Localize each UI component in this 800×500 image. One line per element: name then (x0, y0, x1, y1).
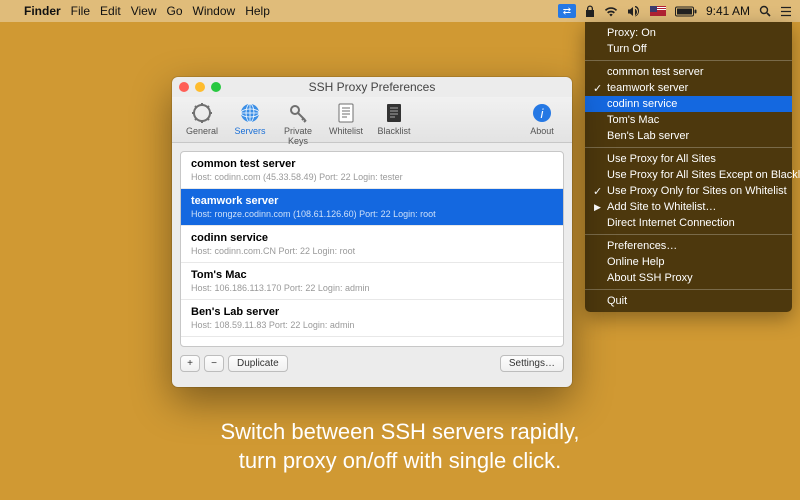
titlebar: SSH Proxy Preferences (172, 77, 572, 97)
turn-off[interactable]: Turn Off (585, 41, 792, 57)
online-help[interactable]: Online Help (585, 254, 792, 270)
preferences[interactable]: Preferences… (585, 238, 792, 254)
proxy-menubar-icon[interactable]: ⇄ (558, 4, 576, 18)
server-list: common test serverHost: codinn.com (45.3… (180, 151, 564, 347)
tab-about[interactable]: iAbout (518, 99, 566, 136)
mode-whitelist[interactable]: Use Proxy Only for Sites on Whitelist (585, 183, 792, 199)
proxy-dropdown: Proxy: On Turn Off common test server te… (585, 22, 792, 312)
menu-go[interactable]: Go (167, 4, 183, 18)
server-row[interactable]: Ben's Lab serverHost: 108.59.11.83 Port:… (181, 300, 563, 337)
bottom-bar: + − Duplicate Settings… (172, 355, 572, 372)
window-title: SSH Proxy Preferences (172, 80, 572, 94)
toolbar: General Servers Private Keys Whitelist B… (172, 97, 572, 143)
menu-view[interactable]: View (131, 4, 157, 18)
lock-icon[interactable] (585, 5, 595, 17)
tab-private-keys[interactable]: Private Keys (274, 99, 322, 146)
flag-icon[interactable] (650, 6, 666, 16)
server-row[interactable]: common test serverHost: codinn.com (45.3… (181, 152, 563, 189)
menu-help[interactable]: Help (245, 4, 270, 18)
proxy-status: Proxy: On (585, 25, 792, 41)
menu-file[interactable]: File (71, 4, 90, 18)
duplicate-button[interactable]: Duplicate (228, 355, 288, 372)
dd-server-2[interactable]: codinn service (585, 96, 792, 112)
server-row[interactable]: teamwork serverHost: rongze.codinn.com (… (181, 189, 563, 226)
settings-button[interactable]: Settings… (500, 355, 564, 372)
about-ssh-proxy[interactable]: About SSH Proxy (585, 270, 792, 286)
battery-icon[interactable] (675, 6, 697, 17)
menu-edit[interactable]: Edit (100, 4, 121, 18)
quit[interactable]: Quit (585, 293, 792, 309)
volume-icon[interactable] (627, 6, 641, 17)
clock[interactable]: 9:41 AM (706, 4, 750, 18)
dd-server-1[interactable]: teamwork server (585, 80, 792, 96)
tab-general[interactable]: General (178, 99, 226, 136)
mode-all[interactable]: Use Proxy for All Sites (585, 151, 792, 167)
server-row[interactable]: codinn serviceHost: codinn.com.CN Port: … (181, 226, 563, 263)
marketing-text: Switch between SSH servers rapidly, turn… (0, 418, 800, 475)
add-button[interactable]: + (180, 355, 200, 372)
dd-server-0[interactable]: common test server (585, 64, 792, 80)
app-menu[interactable]: Finder (24, 4, 61, 18)
direct-connection[interactable]: Direct Internet Connection (585, 215, 792, 231)
mode-except-blacklist[interactable]: Use Proxy for All Sites Except on Blackl… (585, 167, 792, 183)
dd-server-3[interactable]: Tom's Mac (585, 112, 792, 128)
remove-button[interactable]: − (204, 355, 224, 372)
tab-blacklist[interactable]: Blacklist (370, 99, 418, 136)
preferences-window: SSH Proxy Preferences General Servers Pr… (172, 77, 572, 387)
menu-window[interactable]: Window (193, 4, 236, 18)
tab-servers[interactable]: Servers (226, 99, 274, 136)
server-row[interactable]: Tom's MacHost: 106.186.113.170 Port: 22 … (181, 263, 563, 300)
wifi-icon[interactable] (604, 6, 618, 17)
spotlight-icon[interactable] (759, 5, 771, 17)
tab-whitelist[interactable]: Whitelist (322, 99, 370, 136)
add-site-whitelist[interactable]: Add Site to Whitelist… (585, 199, 792, 215)
menubar: Finder File Edit View Go Window Help ⇄ 9… (0, 0, 800, 22)
dd-server-4[interactable]: Ben's Lab server (585, 128, 792, 144)
notification-center-icon[interactable] (780, 6, 792, 17)
